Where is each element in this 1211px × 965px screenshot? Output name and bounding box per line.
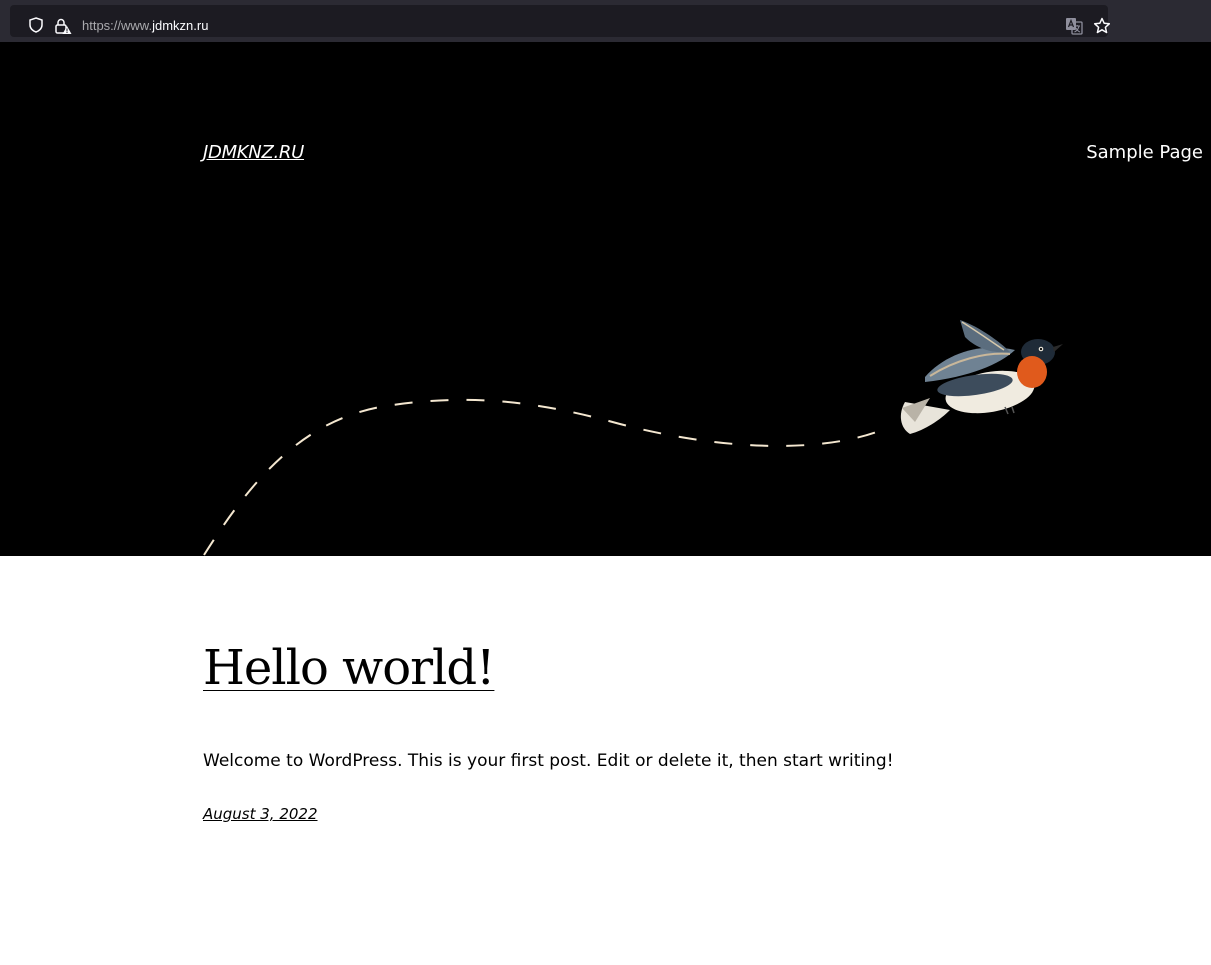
url-text[interactable]: https://www.jdmkzn.ru [82,18,208,33]
bird-illustration [900,320,1063,434]
post-date-link[interactable]: August 3, 2022 [203,805,318,823]
shield-icon[interactable] [28,17,44,33]
lock-warning-icon[interactable] [54,17,72,35]
url-protocol: https://www. [82,18,153,33]
post-title-link[interactable]: Hello world! [203,640,495,696]
bookmark-star-icon[interactable] [1093,17,1111,35]
translate-icon[interactable] [1065,17,1083,35]
site-title-link[interactable]: JDMKNZ.RU [203,142,304,163]
url-domain: jdmkzn.ru [152,18,209,33]
site-header: JDMKNZ.RU Sample Page [0,42,1211,556]
nav-link-sample-page[interactable]: Sample Page [1086,142,1203,163]
address-bar[interactable]: https://www.jdmkzn.ru [10,5,1111,37]
hero-illustration [203,320,1063,556]
flight-path [203,398,883,556]
post-excerpt: Welcome to WordPress. This is your first… [203,751,894,771]
browser-toolbar: https://www.jdmkzn.ru [0,0,1211,42]
